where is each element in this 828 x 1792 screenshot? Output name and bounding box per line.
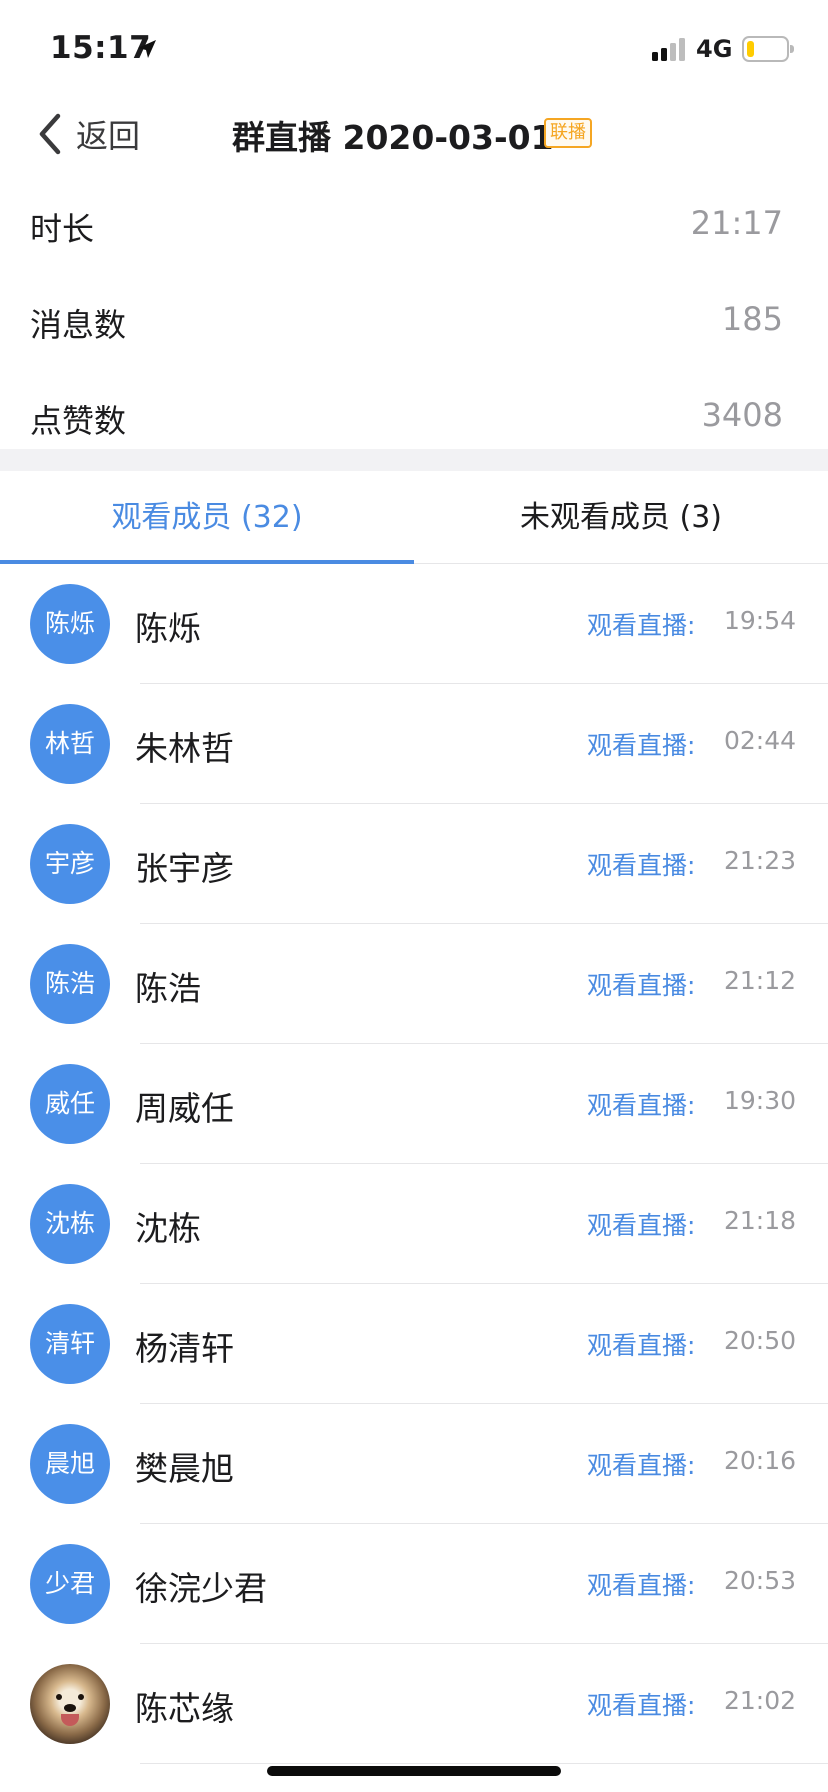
location-arrow-icon: [138, 40, 156, 58]
watch-time: 21:02: [723, 1686, 796, 1715]
member-name: 樊晨旭: [135, 1449, 234, 1488]
member-list: 陈烁 陈烁 观看直播: 19:54 林哲 朱林哲 观看直播: 02:44 宇彦 …: [0, 564, 828, 1764]
avatar: 少君: [30, 1544, 110, 1624]
stat-duration: 时长 21:17: [0, 176, 828, 272]
stat-value: 185: [721, 300, 783, 338]
watch-label: 观看直播:: [587, 1091, 696, 1120]
member-name: 张宇彦: [135, 849, 234, 888]
status-bar: 15:17 4G: [0, 0, 828, 100]
member-tabs: 观看成员 (32) 未观看成员 (3): [0, 471, 828, 564]
member-name: 徐浣少君: [135, 1569, 267, 1608]
member-name: 陈烁: [135, 609, 201, 648]
list-item[interactable]: 清轩 杨清轩 观看直播: 20:50: [0, 1284, 828, 1404]
avatar: 陈烁: [30, 584, 110, 664]
battery-icon: [742, 36, 794, 62]
list-item[interactable]: 少君 徐浣少君 观看直播: 20:53: [0, 1524, 828, 1644]
avatar: 宇彦: [30, 824, 110, 904]
watch-time: 19:54: [723, 606, 796, 635]
list-item[interactable]: 沈栋 沈栋 观看直播: 21:18: [0, 1164, 828, 1284]
co-stream-badge: 联播: [544, 118, 592, 148]
page-title: 群直播 2020-03-01: [232, 118, 554, 157]
list-item[interactable]: 陈浩 陈浩 观看直播: 21:12: [0, 924, 828, 1044]
watch-label: 观看直播:: [587, 731, 696, 760]
watch-time: 21:18: [723, 1206, 796, 1235]
avatar: 晨旭: [30, 1424, 110, 1504]
list-item[interactable]: 威任 周威任 观看直播: 19:30: [0, 1044, 828, 1164]
stat-value: 21:17: [690, 204, 783, 242]
watch-label: 观看直播:: [587, 1571, 696, 1600]
section-divider: [0, 449, 828, 471]
list-item[interactable]: 陈芯缘 观看直播: 21:02: [0, 1644, 828, 1764]
home-indicator: [267, 1766, 561, 1776]
navigation-bar: 返回 群直播 2020-03-01 联播: [0, 100, 828, 168]
watch-time: 20:53: [723, 1566, 796, 1595]
watch-time: 02:44: [723, 726, 796, 755]
watch-label: 观看直播:: [587, 1211, 696, 1240]
back-label: 返回: [76, 117, 141, 155]
member-name: 朱林哲: [135, 729, 234, 768]
watch-label: 观看直播:: [587, 971, 696, 1000]
stat-label: 时长: [30, 210, 95, 248]
avatar: 清轩: [30, 1304, 110, 1384]
dog-photo-avatar: [30, 1664, 110, 1744]
watch-label: 观看直播:: [587, 1331, 696, 1360]
signal-strength-icon: [652, 37, 688, 61]
stat-label: 消息数: [30, 306, 127, 344]
avatar: 威任: [30, 1064, 110, 1144]
chevron-left-icon: [39, 113, 61, 155]
watch-time: 19:30: [723, 1086, 796, 1115]
list-item[interactable]: 晨旭 樊晨旭 观看直播: 20:16: [0, 1404, 828, 1524]
watch-time: 21:12: [723, 966, 796, 995]
tab-watched-members[interactable]: 观看成员 (32): [0, 471, 414, 564]
member-name: 陈芯缘: [135, 1689, 234, 1728]
list-item[interactable]: 陈烁 陈烁 观看直播: 19:54: [0, 564, 828, 684]
watch-time: 21:23: [723, 846, 796, 875]
member-name: 沈栋: [135, 1209, 201, 1248]
list-item[interactable]: 宇彦 张宇彦 观看直播: 21:23: [0, 804, 828, 924]
back-button[interactable]: 返回: [36, 110, 140, 158]
member-name: 周威任: [135, 1089, 234, 1128]
member-name: 杨清轩: [135, 1329, 234, 1368]
stats-section: 时长 21:17 消息数 185 点赞数 3408: [0, 176, 828, 464]
watch-time: 20:16: [723, 1446, 796, 1475]
watch-label: 观看直播:: [587, 1691, 696, 1720]
watch-label: 观看直播:: [587, 611, 696, 640]
watch-time: 20:50: [723, 1326, 796, 1355]
avatar: 沈栋: [30, 1184, 110, 1264]
stat-value: 3408: [701, 396, 783, 434]
list-item[interactable]: 林哲 朱林哲 观看直播: 02:44: [0, 684, 828, 804]
member-name: 陈浩: [135, 969, 201, 1008]
network-type: 4G: [696, 35, 733, 63]
watch-label: 观看直播:: [587, 851, 696, 880]
avatar: 陈浩: [30, 944, 110, 1024]
stat-label: 点赞数: [30, 402, 127, 440]
stat-messages: 消息数 185: [0, 272, 828, 368]
tab-unwatched-members[interactable]: 未观看成员 (3): [414, 471, 828, 564]
tab-label: 观看成员 (32): [111, 500, 303, 535]
watch-label: 观看直播:: [587, 1451, 696, 1480]
tab-label: 未观看成员 (3): [519, 500, 723, 535]
avatar: 林哲: [30, 704, 110, 784]
